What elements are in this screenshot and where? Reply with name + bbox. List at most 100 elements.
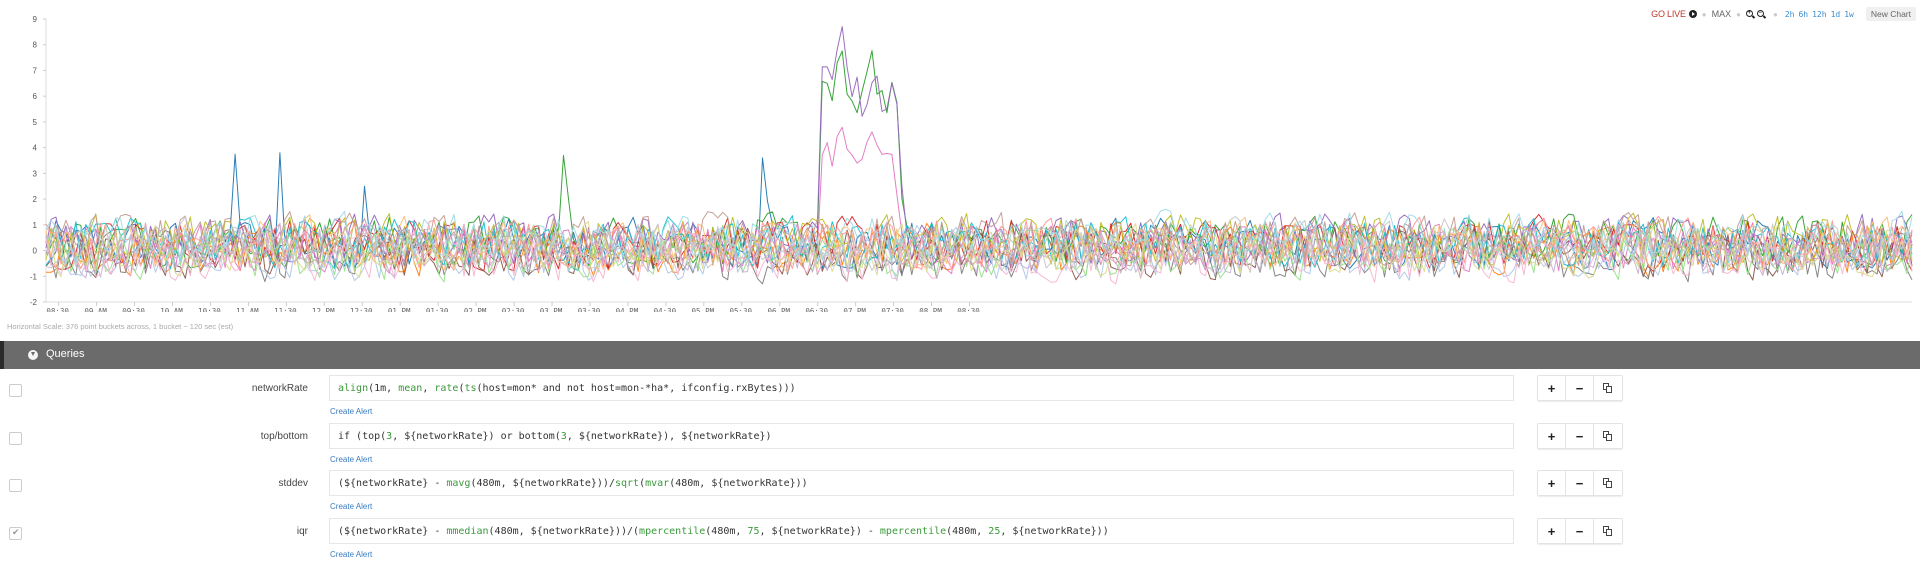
y-tick-label: 6 <box>33 92 38 101</box>
function-token: align <box>338 383 369 394</box>
copy-icon <box>1603 526 1613 536</box>
x-tick-label: 12 PM <box>312 307 335 312</box>
create-alert-link[interactable]: Create Alert <box>330 550 372 559</box>
text-token: , ${networkRate})) <box>1000 526 1109 537</box>
y-tick-label: 7 <box>33 66 38 75</box>
x-tick-label: 08:30 <box>46 307 69 312</box>
x-tick-label: 02:30 <box>502 307 525 312</box>
text-token: if (top( <box>338 431 387 442</box>
query-row: networkRate align(1m, mean, rate(ts(host… <box>0 375 1920 423</box>
query-name: top/bottom <box>260 431 308 442</box>
add-query-button[interactable]: + <box>1538 519 1566 543</box>
y-tick-label: 5 <box>33 118 38 127</box>
text-token: (480m, <box>946 526 989 537</box>
y-tick-label: 9 <box>33 15 38 24</box>
query-expression-input[interactable]: align(1m, mean, rate(ts(host=mon* and no… <box>329 375 1514 401</box>
query-expression-input[interactable]: (${networkRate} - mmedian(480m, ${networ… <box>329 518 1514 544</box>
x-tick-label: 08 PM <box>919 307 942 312</box>
x-tick-label: 05 PM <box>692 307 715 312</box>
y-tick-label: 0 <box>33 247 38 256</box>
function-token: rate <box>434 383 459 394</box>
query-button-group: + − <box>1537 423 1623 449</box>
text-token: , <box>422 383 435 394</box>
text-token: (host=mon* and not host=mon-*ha*, ifconf… <box>476 383 796 394</box>
text-token: (480m, <box>705 526 748 537</box>
query-toggle-checkbox[interactable] <box>9 384 22 397</box>
text-token: (480m, ${networkRate}))/ <box>470 478 615 489</box>
remove-query-button[interactable]: − <box>1566 424 1594 448</box>
x-tick-label: 01 PM <box>388 307 411 312</box>
query-name: networkRate <box>251 383 308 394</box>
x-tick-label: 06:30 <box>805 307 828 312</box>
function-token: mavg <box>446 478 471 489</box>
query-toggle-checkbox[interactable] <box>9 432 22 445</box>
duplicate-query-button[interactable] <box>1594 471 1622 495</box>
query-row: stddev (${networkRate} - mavg(480m, ${ne… <box>0 470 1920 518</box>
x-tick-label: 08:30 <box>957 307 980 312</box>
function-token: mmedian <box>446 526 489 537</box>
query-toggle-checkbox[interactable] <box>9 479 22 492</box>
create-alert-link[interactable]: Create Alert <box>330 455 372 464</box>
y-axis: -2 -1 0 1 2 3 4 5 6 7 8 9 <box>30 15 47 307</box>
x-tick-label: 10:30 <box>198 307 221 312</box>
query-row: iqr (${networkRate} - mmedian(480m, ${ne… <box>0 518 1920 566</box>
create-alert-link[interactable]: Create Alert <box>330 407 372 416</box>
text-token: , ${networkRate}), ${networkRate}) <box>566 431 772 442</box>
x-tick-label: 04 PM <box>616 307 639 312</box>
duplicate-query-button[interactable] <box>1594 424 1622 448</box>
x-tick-label: 03 PM <box>540 307 563 312</box>
queries-section-header[interactable]: Queries <box>0 341 1920 369</box>
text-token: , ${networkRate}) or bottom( <box>392 431 561 442</box>
x-tick-label: 03:30 <box>578 307 601 312</box>
function-token: mvar <box>645 478 670 489</box>
add-query-button[interactable]: + <box>1538 471 1566 495</box>
query-button-group: + − <box>1537 375 1623 401</box>
number-token: 25 <box>988 526 1001 537</box>
text-token: (1m, <box>368 383 399 394</box>
x-tick-label: 11:30 <box>274 307 297 312</box>
remove-query-button[interactable]: − <box>1566 376 1594 400</box>
x-tick-label: 07:30 <box>881 307 904 312</box>
query-expression-input[interactable]: if (top(3, ${networkRate}) or bottom(3, … <box>329 423 1514 449</box>
x-tick-label: 04:30 <box>654 307 677 312</box>
function-token: mean <box>398 383 423 394</box>
y-tick-label: -2 <box>30 298 38 307</box>
duplicate-query-button[interactable] <box>1594 376 1622 400</box>
y-tick-label: 3 <box>33 169 38 178</box>
queries-title: Queries <box>46 348 85 360</box>
function-token: sqrt <box>614 478 640 489</box>
y-tick-label: 8 <box>33 41 38 50</box>
query-toggle-checkbox[interactable] <box>9 527 22 540</box>
y-tick-label: 1 <box>33 221 38 230</box>
x-tick-label: 09 AM <box>84 307 107 312</box>
x-tick-label: 01:30 <box>426 307 449 312</box>
y-tick-label: 4 <box>33 144 38 153</box>
add-query-button[interactable]: + <box>1538 376 1566 400</box>
add-query-button[interactable]: + <box>1538 424 1566 448</box>
horizontal-scale-note: Horizontal Scale: 376 point buckets acro… <box>7 322 234 331</box>
x-tick-label: 07 PM <box>843 307 866 312</box>
timeseries-chart[interactable]: -2 -1 0 1 2 3 4 5 6 7 8 9 08:30 09 AM 09:30 10 AM 10:30… <box>0 12 1920 312</box>
x-tick-label: 02 PM <box>464 307 487 312</box>
text-token: , ${networkRate}) - <box>759 526 880 537</box>
x-tick-label: 09:30 <box>122 307 145 312</box>
remove-query-button[interactable]: − <box>1566 519 1594 543</box>
chart-svg[interactable]: -2 -1 0 1 2 3 4 5 6 7 8 9 08:30 09 AM 09:30 10 AM 10:30… <box>0 12 1920 312</box>
query-name: stddev <box>278 478 308 489</box>
x-tick-label: 10 AM <box>160 307 183 312</box>
query-expression-input[interactable]: (${networkRate} - mavg(480m, ${networkRa… <box>329 470 1514 496</box>
copy-icon <box>1603 478 1613 488</box>
query-button-group: + − <box>1537 518 1623 544</box>
y-tick-label: -1 <box>30 272 38 281</box>
collapse-icon[interactable] <box>28 350 38 360</box>
duplicate-query-button[interactable] <box>1594 519 1622 543</box>
create-alert-link[interactable]: Create Alert <box>330 502 372 511</box>
query-row: top/bottom if (top(3, ${networkRate}) or… <box>0 423 1920 471</box>
function-token: mpercentile <box>879 526 947 537</box>
number-token: 75 <box>747 526 760 537</box>
function-token: ts <box>464 383 477 394</box>
query-button-group: + − <box>1537 470 1623 496</box>
remove-query-button[interactable]: − <box>1566 471 1594 495</box>
x-tick-label: 05:30 <box>730 307 753 312</box>
x-axis: 08:30 09 AM 09:30 10 AM 10:30 11 AM 11:30 12 PM… <box>46 301 1912 312</box>
